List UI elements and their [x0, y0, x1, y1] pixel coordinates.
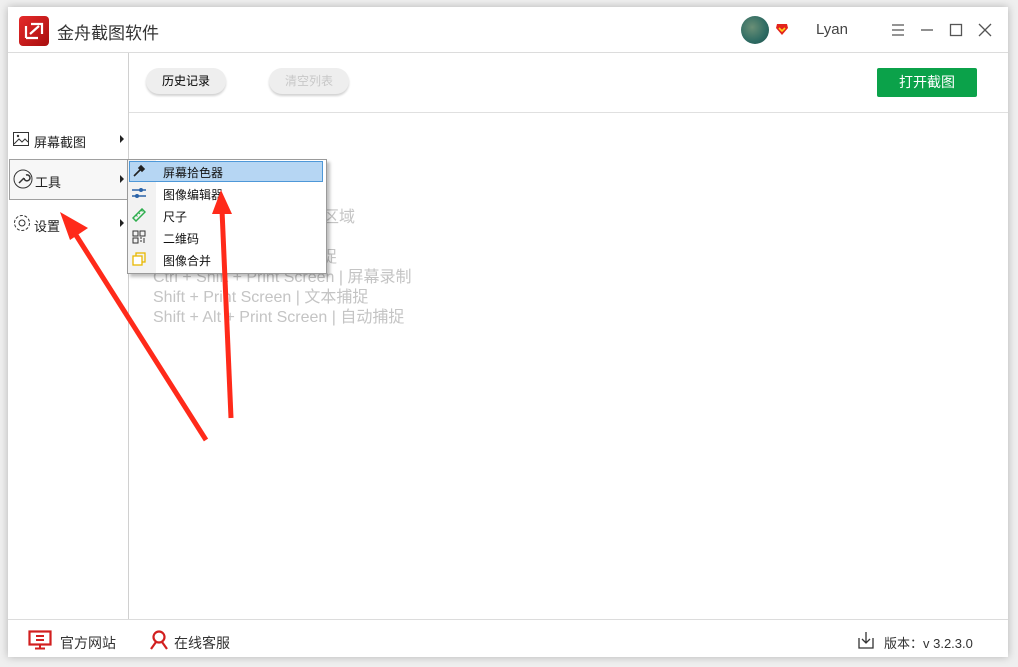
maximize-icon[interactable] [946, 20, 966, 40]
menu-item-image-merge[interactable]: 图像合并 [129, 249, 323, 270]
wrench-icon [13, 169, 33, 189]
eyedropper-icon [133, 164, 146, 177]
submenu-arrow-icon [120, 219, 124, 227]
menu-item-label: 图像合并 [163, 254, 212, 268]
open-screenshot-button[interactable]: 打开截图 [877, 68, 977, 97]
gear-icon [14, 215, 30, 231]
qrcode-icon [132, 230, 146, 244]
app-title: 金舟截图软件 [57, 24, 159, 43]
menu-item-label: 图像编辑器 [163, 188, 224, 202]
menu-item-image-editor[interactable]: 图像编辑器 [129, 183, 323, 204]
submenu-arrow-icon [120, 135, 124, 143]
ruler-icon [132, 208, 146, 222]
sidebar: 屏幕截图 工具 设置 [8, 53, 129, 619]
title-bar: 金舟截图软件 Lyan [8, 7, 1008, 53]
official-website-label: 官方网站 [60, 635, 116, 651]
menu-item-qrcode[interactable]: 二维码 [129, 227, 323, 248]
sliders-icon [132, 188, 146, 198]
merge-icon [132, 252, 146, 266]
vip-badge-icon [776, 24, 788, 35]
download-icon [858, 632, 874, 649]
sidebar-item-label: 设置 [34, 219, 61, 234]
menu-item-label: 尺子 [163, 210, 188, 224]
username[interactable]: Lyan [816, 21, 848, 38]
sidebar-item-screenshot[interactable]: 屏幕截图 [9, 120, 128, 160]
toolbar: 历史记录 清空列表 打开截图 [129, 53, 1008, 113]
sidebar-item-label: 屏幕截图 [34, 135, 87, 150]
submenu-arrow-icon [120, 175, 124, 183]
version-label: 版本：v 3.2.3.0 [884, 636, 973, 651]
app-logo-icon [19, 16, 49, 46]
clear-list-button[interactable]: 清空列表 [269, 68, 349, 94]
menu-item-label: 屏幕拾色器 [163, 166, 224, 180]
sidebar-item-label: 工具 [35, 175, 62, 190]
close-icon[interactable] [975, 20, 995, 40]
app-window: 金舟截图软件 Lyan 屏幕截图 工具 设置 历史记录 清空列表 打开截图 形区… [8, 7, 1008, 657]
version-info[interactable]: 版本：v 3.2.3.0 [856, 630, 973, 653]
monitor-icon [28, 630, 52, 650]
history-button[interactable]: 历史记录 [146, 68, 226, 94]
official-website-link[interactable]: 官方网站 [28, 630, 116, 653]
image-icon [13, 132, 29, 146]
user-support-icon [150, 630, 168, 650]
avatar[interactable] [741, 16, 769, 44]
online-support-link[interactable]: 在线客服 [148, 630, 230, 653]
minimize-icon[interactable] [917, 20, 937, 40]
sidebar-item-settings[interactable]: 设置 [9, 204, 128, 244]
menu-item-ruler[interactable]: 尺子 [129, 205, 323, 226]
menu-item-label: 二维码 [163, 232, 200, 246]
hint-line: Shift + Alt + Print Screen | 自动捕捉 [153, 309, 405, 326]
footer: 官方网站 在线客服 版本：v 3.2.3.0 [8, 619, 1008, 658]
online-support-label: 在线客服 [174, 635, 230, 651]
menu-icon[interactable] [888, 20, 908, 40]
sidebar-item-tools[interactable]: 工具 [9, 159, 129, 200]
tools-submenu: 屏幕拾色器 图像编辑器 尺子 二维码 图像合并 [127, 159, 327, 274]
menu-item-color-picker[interactable]: 屏幕拾色器 [129, 161, 323, 182]
